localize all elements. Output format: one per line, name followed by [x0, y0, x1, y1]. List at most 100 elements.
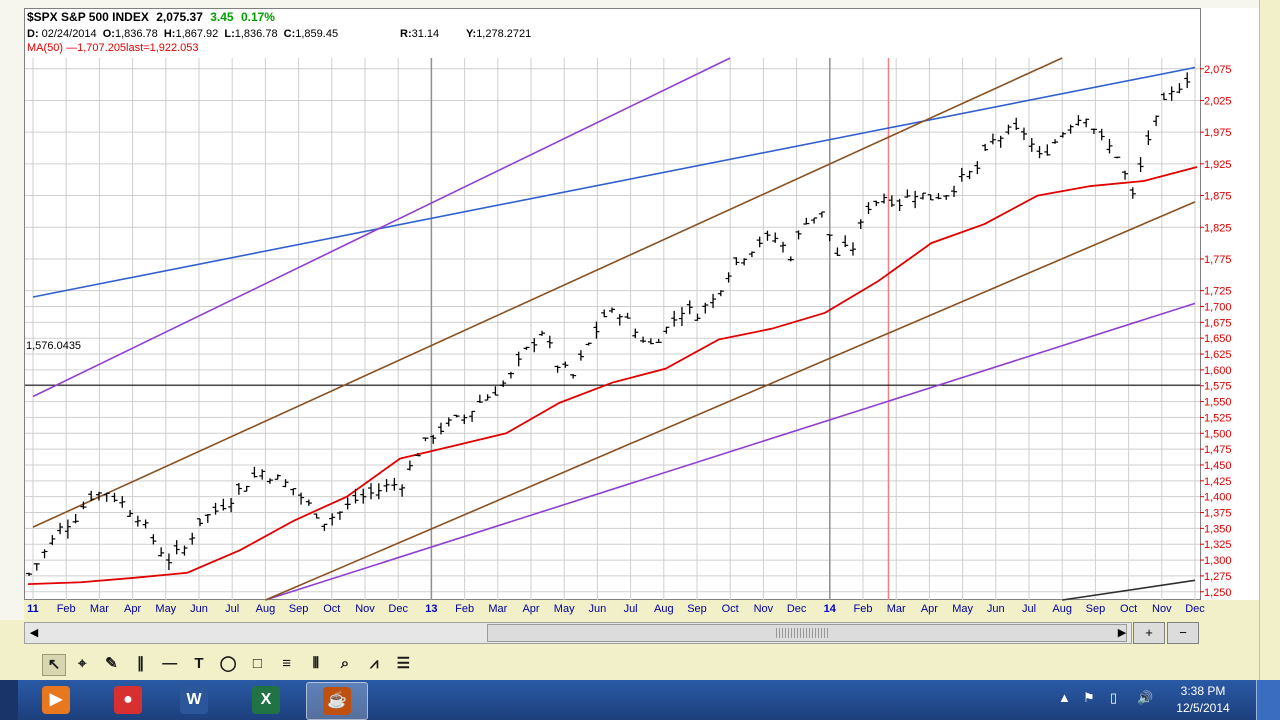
network-icon[interactable]: ▯ [1110, 690, 1117, 706]
x-month-label: Oct [323, 603, 340, 615]
taskbar-button[interactable]: X [236, 682, 296, 718]
y-tick-label: 1,400 [1204, 492, 1232, 504]
tray-chevron-icon[interactable]: ▲ [1058, 690, 1071, 705]
y-tick-label: 1,325 [1204, 539, 1232, 551]
x-month-label: Feb [854, 603, 873, 615]
hline-tool-icon[interactable]: — [159, 654, 181, 674]
y-tick-label: 1,925 [1204, 159, 1232, 171]
x-month-label: Dec [388, 603, 408, 615]
zoom-out-icon: − [1179, 625, 1187, 640]
x-month-label: Apr [921, 603, 938, 615]
x-month-label: Aug [654, 603, 674, 615]
rect-tool-icon[interactable]: □ [246, 654, 268, 674]
zoom-in-button[interactable]: + [1133, 622, 1165, 644]
start-edge [0, 680, 18, 720]
select-tool-icon[interactable]: ↖ [42, 654, 66, 676]
horizontal-scrollbar[interactable]: ◀ ▶ [24, 622, 1132, 644]
x-month-label: Mar [90, 603, 109, 615]
word-icon: W [180, 686, 208, 714]
java-icon: ☕ [323, 687, 351, 715]
x-month-label: Nov [1152, 603, 1172, 615]
taskbar-button[interactable]: ▶ [26, 682, 86, 718]
symbol-label: $SPX S&P 500 INDEX [27, 10, 149, 24]
price-value: 2,075.37 [156, 10, 203, 24]
scroll-left-button[interactable]: ◀ [25, 623, 43, 643]
high-value: 1,867.92 [175, 28, 219, 40]
x-month-label: Jun [987, 603, 1005, 615]
x-month-label: May [554, 603, 575, 615]
zoom-in-icon: + [1145, 625, 1153, 640]
x-axis: 11 Feb Mar Apr May Jun Jul Aug Sep Oct Nov Dec 13 Feb… [27, 603, 1205, 615]
y-tick-label: 2,025 [1204, 95, 1232, 107]
x-month-label: Jun [589, 603, 607, 615]
flag-icon[interactable]: ⚑ [1083, 690, 1095, 706]
trendline [32, 57, 1063, 528]
pencil-tool-icon[interactable]: ✎ [100, 654, 122, 674]
x-month-label: Dec [1185, 603, 1205, 615]
y-tick-label: 1,600 [1204, 365, 1232, 377]
cycles-tool-icon[interactable]: ⦀ [305, 654, 327, 674]
zoom-tool-icon[interactable]: ⌕ [334, 654, 356, 674]
media-player-icon: ▶ [42, 686, 70, 714]
y-tick-label: 2,075 [1204, 64, 1232, 76]
x-month-label: Apr [124, 603, 141, 615]
parallel-tool-icon[interactable]: ∥ [130, 654, 152, 674]
excel-icon: X [252, 686, 280, 714]
x-month-label: Feb [455, 603, 474, 615]
change-pct-value: 0.17% [240, 10, 275, 24]
zoom-out-button[interactable]: − [1167, 622, 1199, 644]
x-month-label: Sep [687, 603, 707, 615]
x-month-label: Nov [754, 603, 774, 615]
taskbar-button[interactable]: W [164, 682, 224, 718]
close-label: C: [283, 28, 296, 40]
show-desktop-button[interactable] [1256, 680, 1280, 720]
y-tick-label: 1,675 [1204, 317, 1232, 329]
price-chart[interactable]: 2,075 2,025 1,975 1,925 1,875 1,825 1,775 1,725… [0, 0, 1259, 620]
ellipse-tool-icon[interactable]: ◯ [217, 654, 239, 674]
open-label: O: [102, 28, 115, 40]
y-tick-label: 1,575 [1204, 381, 1232, 393]
ma50-line [27, 166, 1198, 586]
y-tick-label: 1,250 [1204, 587, 1232, 599]
r-readout: R:31.14 [400, 28, 439, 40]
ma-legend: MA(50) —1,707.205last=1,922.053 [27, 42, 199, 54]
y-label: Y: [466, 28, 477, 40]
x-month-label: Jul [624, 603, 638, 615]
x-month-label: Aug [1052, 603, 1072, 615]
date-value: 02/24/2014 [41, 28, 97, 40]
fib-tool-icon[interactable]: ≡ [276, 654, 298, 674]
y-tick-label: 1,550 [1204, 397, 1232, 409]
crosshair-tool-icon[interactable]: ⌖ [71, 654, 93, 674]
taskbar-button[interactable]: ☕ [306, 682, 368, 720]
x-month-label: Oct [722, 603, 739, 615]
y-tick-label: 1,300 [1204, 555, 1232, 567]
fan-tool-icon[interactable]: ⩘ [363, 654, 385, 674]
clock-time: 3:38 PM [1180, 684, 1226, 698]
x-month-label: Oct [1120, 603, 1137, 615]
y-tick-label: 1,450 [1204, 460, 1232, 472]
taskbar-button[interactable]: ● [98, 682, 158, 718]
y-tick-label: 1,475 [1204, 444, 1232, 456]
x-month-label: Dec [787, 603, 807, 615]
x-month-label: Jun [190, 603, 208, 615]
x-month-label: Mar [488, 603, 507, 615]
taskbar-clock[interactable]: 3:38 PM 12/5/2014 [1168, 683, 1238, 717]
lines-tool-icon[interactable]: ☰ [392, 654, 414, 674]
x-month-label: Feb [57, 603, 76, 615]
scroll-right-button[interactable]: ▶ [1113, 623, 1131, 643]
scroll-thumb[interactable] [487, 624, 1127, 642]
clock-date: 12/5/2014 [1176, 701, 1230, 715]
x-month-label: Sep [1086, 603, 1106, 615]
r-label: R: [400, 28, 412, 40]
date-label: D: [27, 28, 39, 40]
y-tick-label: 1,375 [1204, 508, 1232, 520]
text-tool-icon[interactable]: T [188, 654, 210, 674]
volume-icon[interactable]: 🔊 [1137, 690, 1153, 706]
chrome-icon: ● [114, 686, 142, 714]
header-quote: $SPX S&P 500 INDEX 2,075.37 3.45 0.17% [27, 10, 275, 24]
x-month-label: Jul [1022, 603, 1036, 615]
x-year-label: 13 [425, 603, 437, 615]
y-tick-label: 1,500 [1204, 428, 1232, 440]
y-value: 1,278.2721 [476, 28, 532, 40]
x-month-label: Aug [256, 603, 276, 615]
